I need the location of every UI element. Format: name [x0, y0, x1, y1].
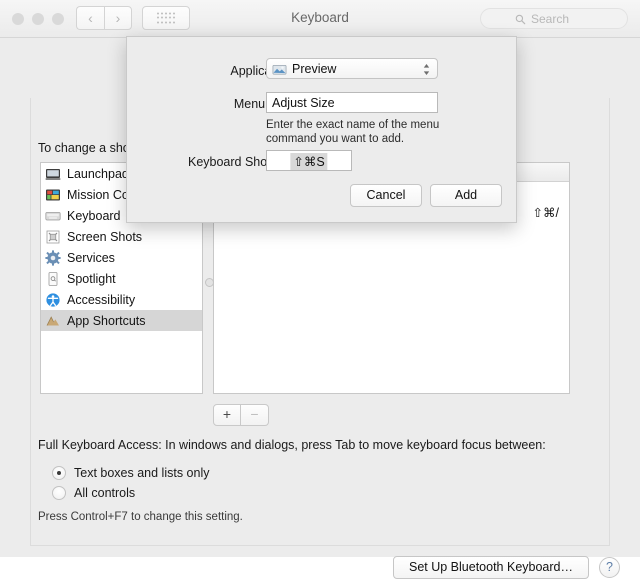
split-view-handle[interactable] — [205, 278, 214, 287]
keyboard-shortcut-input[interactable]: ⇧⌘S — [266, 150, 352, 171]
app-shortcuts-icon — [45, 313, 61, 329]
preview-app-icon — [272, 62, 287, 77]
keyboard-preferences-window: ‹ › Keyboard Search To change a shortcut… — [0, 0, 640, 557]
shortcut-key-cell: ⇧⌘/ — [533, 205, 559, 220]
sidebar-item-label: Accessibility — [67, 293, 135, 307]
full-keyboard-access-hint: Press Control+F7 to change this setting. — [38, 511, 243, 523]
search-icon — [515, 14, 526, 25]
add-shortcut-sheet: Application: Preview Menu Title: Adjust … — [126, 36, 517, 223]
radio-text-boxes-and-lists-only[interactable]: Text boxes and lists only — [52, 466, 210, 480]
menu-title-value: Adjust Size — [272, 96, 335, 110]
help-button[interactable]: ? — [599, 557, 620, 578]
window-titlebar: ‹ › Keyboard Search — [0, 0, 640, 38]
sidebar-item-label: App Shortcuts — [67, 314, 146, 328]
menu-title-input[interactable]: Adjust Size — [266, 92, 438, 113]
spotlight-icon — [45, 271, 61, 287]
radio-button[interactable] — [52, 486, 66, 500]
radio-all-controls[interactable]: All controls — [52, 486, 135, 500]
launchpad-icon — [45, 166, 61, 182]
sidebar-item-label: Keyboard — [67, 209, 121, 223]
application-value: Preview — [292, 62, 336, 76]
sidebar-item-accessibility[interactable]: Accessibility — [41, 289, 202, 310]
sidebar-item-app-shortcuts[interactable]: App Shortcuts — [41, 310, 202, 331]
screenshot-icon — [45, 229, 61, 245]
full-keyboard-access-label: Full Keyboard Access: In windows and dia… — [38, 438, 546, 452]
cancel-button[interactable]: Cancel — [350, 184, 422, 207]
search-input[interactable]: Search — [480, 8, 628, 29]
radio-button[interactable] — [52, 466, 66, 480]
sidebar-item-label: Services — [67, 251, 115, 265]
menu-title-help-text: Enter the exact name of the menu command… — [266, 118, 452, 146]
add-remove-shortcut-controls[interactable]: + − — [213, 404, 270, 426]
add-button[interactable]: Add — [430, 184, 502, 207]
set-up-bluetooth-keyboard-button[interactable]: Set Up Bluetooth Keyboard… — [393, 556, 589, 579]
radio-label: Text boxes and lists only — [74, 466, 210, 480]
sidebar-item-spotlight[interactable]: Spotlight — [41, 268, 202, 289]
accessibility-icon — [45, 292, 61, 308]
sidebar-item-services[interactable]: Services — [41, 247, 202, 268]
chevron-up-down-icon — [422, 62, 431, 77]
sidebar-item-screen-shots[interactable]: Screen Shots — [41, 226, 202, 247]
add-shortcut-button[interactable]: + — [213, 404, 241, 426]
keyboard-shortcut-value: ⇧⌘S — [290, 153, 327, 170]
remove-shortcut-button[interactable]: − — [241, 404, 269, 426]
sidebar-item-label: Screen Shots — [67, 230, 142, 244]
radio-label: All controls — [74, 486, 135, 500]
services-gear-icon — [45, 250, 61, 266]
search-placeholder-text: Search — [531, 12, 569, 26]
sidebar-item-label: Spotlight — [67, 272, 116, 286]
keyboard-icon — [45, 208, 61, 224]
application-select[interactable]: Preview — [266, 58, 438, 79]
mission-control-icon — [45, 187, 61, 203]
